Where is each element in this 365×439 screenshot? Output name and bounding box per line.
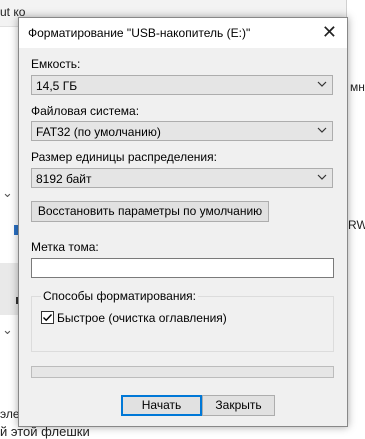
chevron-down-icon[interactable]: ⌄ xyxy=(2,185,13,201)
chevron-down-icon xyxy=(317,174,327,180)
volume-label-input[interactable] xyxy=(31,258,334,278)
chevron-down-icon[interactable]: ⌄ xyxy=(2,322,13,338)
capacity-label: Емкость: xyxy=(31,57,81,71)
chevron-down-icon xyxy=(317,81,327,87)
allocation-unit-select[interactable]: 8192 байт xyxy=(31,168,333,188)
dialog-titlebar: Форматирование "USB-накопитель (E:)" ✕ xyxy=(19,18,347,48)
chevron-down-icon xyxy=(317,127,327,133)
background-text-4: эле xyxy=(0,407,20,421)
format-options-label: Способы форматирования: xyxy=(41,289,198,303)
dialog-title: Форматирование "USB-накопитель (E:)" xyxy=(28,26,251,40)
allocation-unit-value: 8192 байт xyxy=(36,172,92,186)
allocation-unit-label: Размер единицы распределения: xyxy=(31,150,217,164)
checkmark-icon xyxy=(43,314,53,322)
start-button[interactable]: Начать xyxy=(121,395,202,416)
filesystem-select[interactable]: FAT32 (по умолчанию) xyxy=(31,121,333,141)
quick-format-checkbox[interactable] xyxy=(41,311,54,324)
format-progress-bar xyxy=(31,366,334,378)
close-icon[interactable]: ✕ xyxy=(322,23,337,41)
background-text-2: мн xyxy=(350,80,365,94)
background-selected-item xyxy=(0,263,18,315)
restore-defaults-button[interactable]: Восстановить параметры по умолчанию xyxy=(31,201,269,222)
volume-label-label: Метка тома: xyxy=(31,240,99,254)
capacity-value: 14,5 ГБ xyxy=(36,79,78,93)
close-button[interactable]: Закрыть xyxy=(202,395,275,416)
background-text-3: RW xyxy=(348,218,365,232)
format-dialog: Форматирование "USB-накопитель (E:)" ✕ Е… xyxy=(18,17,348,427)
capacity-select[interactable]: 14,5 ГБ xyxy=(31,75,333,95)
filesystem-value: FAT32 (по умолчанию) xyxy=(36,125,161,139)
quick-format-label[interactable]: Быстрое (очистка оглавления) xyxy=(57,311,227,325)
background-search-box xyxy=(346,0,365,30)
filesystem-label: Файловая система: xyxy=(31,104,140,118)
